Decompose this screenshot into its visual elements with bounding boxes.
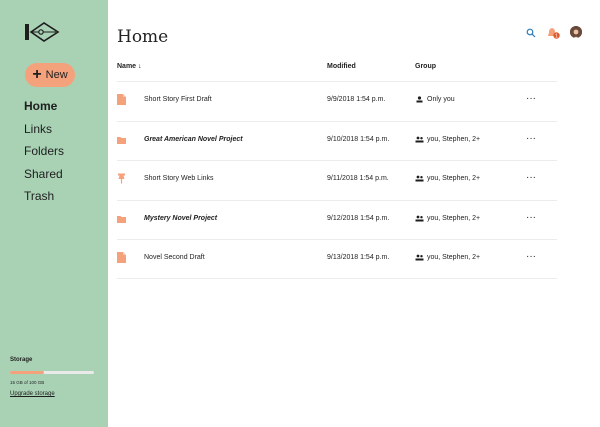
top-toolbar: 1 [526, 26, 586, 42]
row-modified: 9/13/2018 1:54 p.m. [327, 254, 390, 261]
pin-icon [118, 173, 125, 184]
avatar[interactable] [570, 26, 582, 38]
folder-icon [117, 215, 126, 223]
sidebar: + New Home Links Folders Shared Trash St… [0, 0, 108, 427]
more-options-button[interactable]: ··· [526, 212, 536, 223]
row-modified: 9/11/2018 1:54 p.m. [327, 175, 389, 182]
sidebar-item-folders[interactable]: Folders [24, 143, 64, 166]
row-name: Short Story First Draft [144, 96, 212, 103]
row-name: Short Story Web Links [144, 175, 214, 182]
column-header-name[interactable]: Name ↓ [117, 63, 142, 70]
folder-icon [117, 136, 126, 144]
page-title: Home [117, 27, 169, 47]
row-name: Mystery Novel Project [144, 214, 218, 222]
row-name: Great American Novel Project [144, 135, 243, 143]
user-photo-icon [570, 27, 582, 38]
document-icon [117, 252, 126, 263]
notification-badge: 1 [555, 33, 558, 39]
table-row[interactable]: Short Story Web Links 9/11/2018 1:54 p.m… [117, 160, 557, 200]
table-row[interactable]: Novel Second Draft 9/13/2018 1:54 p.m. y… [117, 239, 557, 279]
row-group-text: you, Stephen, 2+ [427, 214, 481, 222]
upgrade-storage-link[interactable]: Upgrade storage [10, 391, 55, 397]
people-icon [415, 175, 424, 182]
sidebar-item-shared[interactable]: Shared [24, 166, 64, 189]
storage-progress-bar [10, 371, 94, 374]
row-group-text: you, Stephen, 2+ [427, 135, 481, 143]
bell-icon[interactable]: 1 [546, 26, 560, 40]
row-group-text: you, Stephen, 2+ [427, 175, 481, 182]
sidebar-nav: Home Links Folders Shared Trash [24, 98, 64, 211]
people-icon [415, 136, 424, 142]
sidebar-item-home[interactable]: Home [24, 98, 64, 121]
new-button-label: New [45, 69, 68, 81]
storage-title: Storage [10, 357, 33, 363]
row-modified: 9/9/2018 1:54 p.m. [327, 96, 386, 103]
row-group: you, Stephen, 2+ [415, 215, 480, 222]
more-options-button[interactable]: ··· [526, 133, 536, 144]
people-icon [415, 215, 424, 221]
storage-progress-fill [10, 371, 44, 374]
row-group: Only you [415, 96, 455, 103]
people-icon [415, 254, 424, 261]
row-modified: 9/12/2018 1:54 p.m. [327, 214, 390, 222]
table-row[interactable]: Great American Novel Project 9/10/2018 1… [117, 120, 557, 161]
table-header: Name ↓ Modified Group [117, 63, 557, 81]
column-header-group[interactable]: Group [415, 63, 436, 70]
document-icon [117, 94, 126, 105]
person-icon [416, 96, 423, 103]
pen-nib-logo-icon[interactable] [24, 20, 60, 44]
storage-usage-text: 15 GB of 100 GB [10, 380, 45, 385]
search-icon[interactable] [526, 28, 536, 38]
table-row[interactable]: Short Story First Draft 9/9/2018 1:54 p.… [117, 81, 557, 121]
table-row[interactable]: Mystery Novel Project 9/12/2018 1:54 p.m… [117, 199, 557, 240]
column-header-modified[interactable]: Modified [327, 63, 356, 70]
row-group: you, Stephen, 2+ [415, 136, 480, 143]
row-group-text: you, Stephen, 2+ [427, 254, 481, 261]
plus-icon: + [32, 66, 42, 83]
row-name: Novel Second Draft [144, 254, 205, 261]
row-group: you, Stephen, 2+ [415, 254, 480, 261]
row-group: you, Stephen, 2+ [415, 175, 480, 182]
more-options-button[interactable]: ··· [526, 93, 536, 104]
sidebar-item-trash[interactable]: Trash [24, 188, 64, 211]
file-list: Short Story First Draft 9/9/2018 1:54 p.… [117, 81, 557, 279]
more-options-button[interactable]: ··· [526, 251, 536, 262]
more-options-button[interactable]: ··· [526, 172, 536, 183]
row-modified: 9/10/2018 1:54 p.m. [327, 135, 390, 143]
new-button[interactable]: + New [25, 63, 75, 87]
row-group-text: Only you [427, 96, 455, 103]
sidebar-item-links[interactable]: Links [24, 121, 64, 144]
